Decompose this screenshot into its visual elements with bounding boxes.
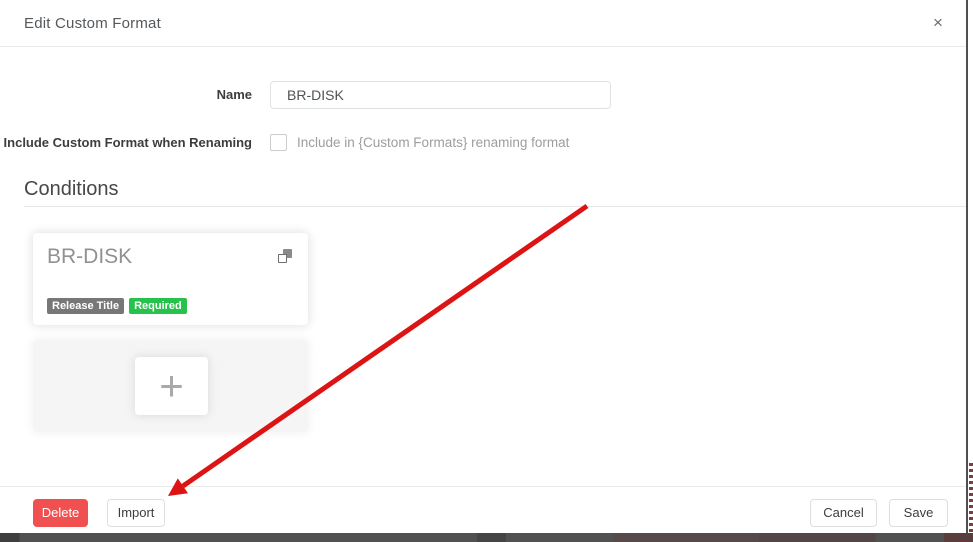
window-right-edge-artifacts (969, 463, 973, 533)
conditions-divider (24, 206, 966, 207)
edit-custom-format-modal: Edit Custom Format × Name Include Custom… (0, 0, 973, 542)
delete-button[interactable]: Delete (33, 499, 88, 527)
cancel-button[interactable]: Cancel (810, 499, 877, 527)
plus-icon: + (159, 362, 184, 409)
condition-card-title: BR-DISK (47, 245, 132, 269)
name-label: Name (0, 81, 252, 109)
condition-tag-row: Release Title Required (47, 298, 187, 314)
footer-divider (0, 486, 966, 487)
modal-header: Edit Custom Format × (0, 0, 966, 47)
window-bottom-edge (0, 533, 973, 542)
save-button[interactable]: Save (889, 499, 948, 527)
condition-card[interactable]: BR-DISK Release Title Required (33, 233, 308, 325)
include-renaming-label: Include Custom Format when Renaming (0, 129, 252, 157)
conditions-heading: Conditions (24, 178, 119, 201)
include-renaming-help-text: Include in {Custom Formats} renaming for… (297, 129, 569, 157)
clone-icon[interactable] (278, 249, 292, 263)
modal-title: Edit Custom Format (24, 0, 161, 47)
condition-tag-required: Required (129, 298, 187, 314)
name-input[interactable] (270, 81, 611, 109)
clone-icon-front-square (278, 254, 287, 263)
add-condition-card: + (33, 340, 308, 432)
condition-tag-implementation: Release Title (47, 298, 124, 314)
include-renaming-checkbox[interactable] (270, 134, 287, 151)
close-icon[interactable]: × (927, 12, 949, 34)
add-condition-button[interactable]: + (135, 357, 208, 415)
import-button[interactable]: Import (107, 499, 165, 527)
window-right-edge (966, 0, 968, 533)
